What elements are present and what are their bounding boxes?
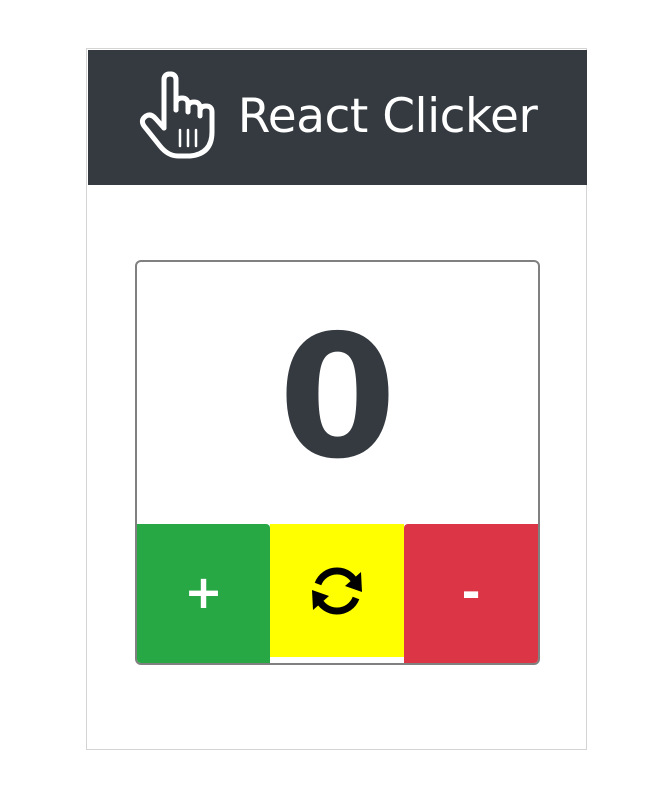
counter-value: 0: [278, 299, 397, 497]
app-container: React Clicker 0 + -: [86, 48, 587, 750]
counter-controls: + -: [137, 524, 538, 663]
reset-button[interactable]: [270, 524, 404, 657]
increment-label: +: [184, 564, 223, 619]
counter-card: 0 + -: [135, 260, 540, 665]
refresh-icon: [312, 566, 362, 615]
decrement-button[interactable]: -: [404, 524, 538, 663]
pointing-hand-icon: [139, 71, 215, 158]
increment-button[interactable]: +: [137, 524, 270, 663]
app-title: React Clicker: [237, 89, 538, 144]
decrement-label: -: [461, 564, 481, 619]
app-header: React Clicker: [88, 50, 587, 185]
